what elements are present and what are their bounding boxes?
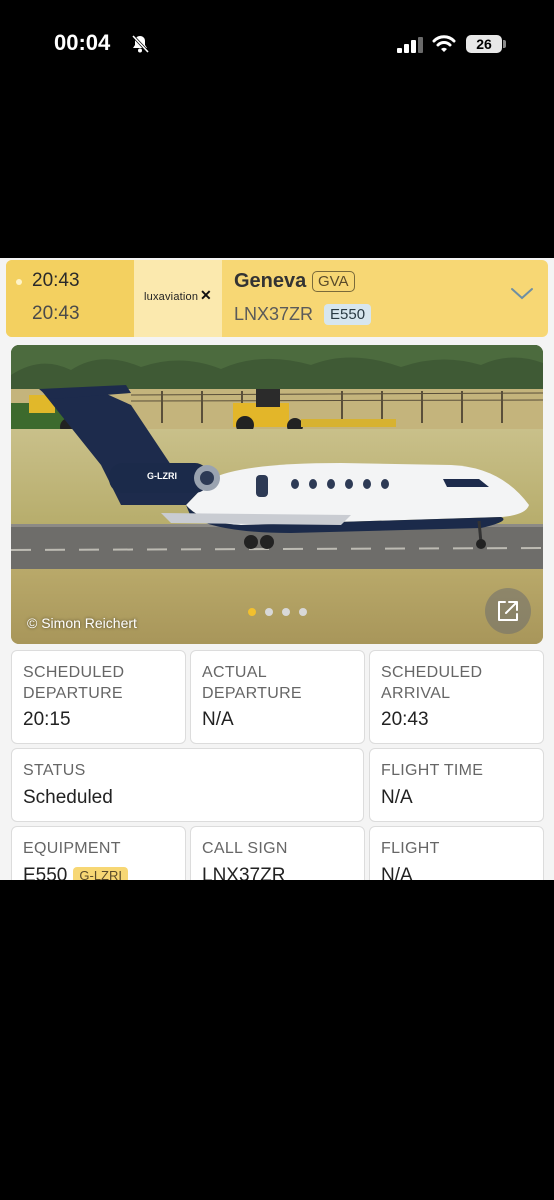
airline-logo: luxaviation ✕ [134, 260, 222, 337]
wifi-icon [432, 35, 456, 52]
expand-photo-button[interactable] [485, 588, 531, 634]
card-label: Flight Time [381, 762, 484, 779]
time-column: 20:43 20:43 [6, 260, 134, 337]
card-value: LNX37ZR [202, 865, 286, 880]
estimated-time: 20:43 [32, 303, 80, 324]
carousel-dot[interactable] [299, 608, 307, 616]
carousel-dots[interactable] [248, 603, 316, 621]
card-label: Scheduled Departure [23, 664, 125, 702]
scheduled-departure-card: Scheduled Departure 20:15 [11, 650, 186, 744]
card-value: Scheduled [23, 787, 113, 808]
carousel-dot[interactable] [248, 608, 256, 616]
actual-departure-card: Actual Departure N/A [190, 650, 365, 744]
flight-row[interactable]: 20:43 20:43 luxaviation ✕ Geneva GVA LNX… [6, 260, 548, 337]
equipment-card: Equipment E550 G-LZRI [11, 826, 186, 880]
aircraft-type-badge: E550 [324, 304, 372, 325]
carousel-dot[interactable] [265, 608, 273, 616]
card-value: N/A [381, 865, 413, 880]
status-card: Status Scheduled [11, 748, 364, 822]
aircraft-registration-paint: G-LZRI [147, 471, 177, 481]
card-value: 20:15 [23, 709, 71, 730]
card-label: Status [23, 762, 86, 779]
call-sign-card: Call Sign LNX37ZR [190, 826, 365, 880]
flight-callsign: LNX37ZR [234, 304, 314, 324]
equipment-type: E550 [23, 865, 68, 880]
carousel-dot[interactable] [282, 608, 290, 616]
card-value: N/A [202, 709, 234, 730]
expand-arrow-icon [498, 601, 518, 621]
scheduled-time: 20:43 [32, 270, 80, 291]
status-dot [16, 279, 22, 285]
card-label: Scheduled Arrival [381, 664, 483, 702]
destination-city: Geneva [234, 270, 307, 292]
scheduled-arrival-card: Scheduled Arrival 20:43 [369, 650, 544, 744]
card-value: 20:43 [381, 709, 429, 730]
card-value: N/A [381, 787, 413, 808]
cellular-signal-icon [397, 37, 423, 53]
airline-logo-mark: ✕ [200, 287, 212, 303]
flight-number-card: Flight N/A [369, 826, 544, 880]
card-value: E550 G-LZRI [23, 865, 128, 880]
card-label: Actual Departure [202, 664, 302, 702]
photo-credit: © Simon Reichert [27, 615, 137, 631]
card-label: Equipment [23, 840, 121, 857]
flight-time-card: Flight Time N/A [369, 748, 544, 822]
airline-name: luxaviation [144, 291, 199, 303]
battery-cap [503, 40, 506, 48]
aircraft-photo[interactable]: G-LZRI © Simon Reichert [11, 345, 543, 644]
flight-detail-panel: 20:43 20:43 luxaviation ✕ Geneva GVA LNX… [0, 258, 554, 880]
registration-badge: G-LZRI [73, 867, 128, 880]
card-label: Flight [381, 840, 440, 857]
card-label: Call Sign [202, 840, 288, 857]
chevron-down-icon[interactable] [510, 286, 534, 302]
status-time: 00:04 [54, 30, 111, 55]
battery-indicator: 26 [466, 35, 502, 53]
bell-slash-icon [131, 34, 150, 54]
aircraft-photo-image: G-LZRI [11, 345, 543, 644]
destination-code-badge: GVA [312, 271, 355, 292]
